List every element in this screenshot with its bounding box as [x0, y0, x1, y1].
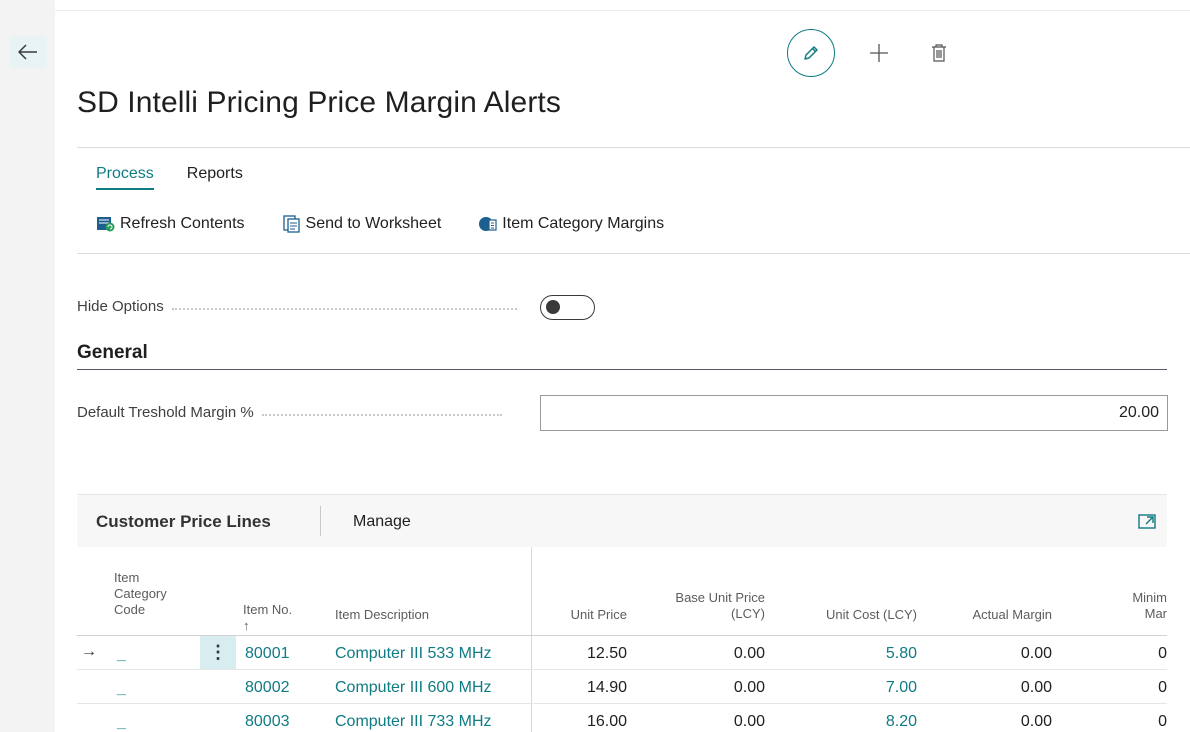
customer-price-lines-part: Customer Price Lines Manage Item Categor…	[77, 494, 1167, 732]
send-to-worksheet-icon	[282, 215, 300, 233]
item-no-cell[interactable]: 80002	[245, 679, 290, 697]
base-unit-price-cell[interactable]: 0.00	[734, 679, 765, 697]
tab-reports[interactable]: Reports	[187, 165, 243, 190]
column-header-minimum-margin[interactable]: Minim Mar	[1132, 590, 1167, 622]
part-header: Customer Price Lines Manage	[77, 495, 1167, 547]
actual-margin-cell[interactable]: 0.00	[1021, 645, 1052, 663]
part-header-divider	[320, 506, 321, 536]
unit-price-cell[interactable]: 12.50	[587, 645, 627, 663]
trash-icon	[932, 44, 946, 62]
item-category-margins-label: Item Category Margins	[502, 215, 665, 232]
item-category-icon	[479, 217, 497, 231]
item-description-cell[interactable]: Computer III 600 MHz	[335, 679, 492, 697]
column-header-unit-price[interactable]: Unit Price	[571, 607, 627, 623]
category-code-cell[interactable]: _	[117, 714, 126, 732]
page-actions	[787, 29, 955, 77]
left-gutter	[0, 0, 55, 732]
edit-button[interactable]	[787, 29, 835, 77]
column-header-base-unit-price[interactable]: Base Unit Price (LCY)	[675, 590, 765, 622]
current-row-arrow-icon: →	[81, 643, 97, 660]
new-button[interactable]	[863, 37, 895, 69]
refresh-contents-label: Refresh Contents	[120, 215, 245, 232]
category-code-cell[interactable]: _	[117, 646, 126, 664]
header-line: Minim	[1132, 590, 1167, 605]
unit-cost-cell[interactable]: 5.80	[886, 645, 917, 663]
refresh-contents-button[interactable]: Refresh Contents	[96, 215, 245, 233]
actual-margin-cell[interactable]: 0.00	[1021, 679, 1052, 697]
delete-button[interactable]	[923, 37, 955, 69]
row-more-options-button[interactable]: ⋮	[200, 636, 236, 669]
unit-price-cell[interactable]: 16.00	[587, 713, 627, 731]
header-line: Category	[114, 586, 167, 601]
header-line: Item No.	[243, 602, 293, 617]
item-no-cell[interactable]: 80001	[245, 645, 290, 663]
page-title: SD Intelli Pricing Price Margin Alerts	[77, 86, 561, 119]
item-description-cell[interactable]: Computer III 533 MHz	[335, 645, 492, 663]
general-section-underline	[77, 369, 1167, 370]
table-row[interactable]: _ 80003 Computer III 733 MHz 16.00 0.00 …	[77, 704, 1167, 732]
column-header-item-no[interactable]: Item No. ↑	[243, 602, 292, 634]
send-to-worksheet-label: Send to Worksheet	[305, 215, 442, 232]
header-line: Base Unit Price	[675, 590, 765, 605]
base-unit-price-cell[interactable]: 0.00	[734, 645, 765, 663]
threshold-row: Default Treshold Margin %	[77, 404, 502, 421]
title-divider	[77, 147, 1190, 148]
part-title[interactable]: Customer Price Lines	[96, 512, 271, 532]
leader-dots	[261, 413, 502, 416]
header-line: Mar	[1144, 606, 1167, 621]
table-row[interactable]: → _ ⋮ 80001 Computer III 533 MHz 12.50 0…	[77, 636, 1167, 670]
column-header-item-category-code[interactable]: Item Category Code	[114, 570, 167, 618]
hide-options-label: Hide Options	[77, 298, 164, 315]
unit-price-cell[interactable]: 14.90	[587, 679, 627, 697]
item-category-margins-button[interactable]: Item Category Margins	[478, 215, 664, 233]
actual-margin-cell[interactable]: 0.00	[1021, 713, 1052, 731]
item-description-cell[interactable]: Computer III 733 MHz	[335, 713, 492, 731]
column-header-unit-cost[interactable]: Unit Cost (LCY)	[826, 607, 917, 623]
toggle-knob	[546, 300, 560, 314]
threshold-input[interactable]: 20.00	[540, 395, 1168, 431]
sort-ascending-icon: ↑	[243, 618, 250, 633]
expand-icon[interactable]	[1137, 511, 1157, 531]
header-line: (LCY)	[731, 606, 765, 621]
action-menu-tabs: Process Reports	[96, 165, 243, 190]
minimum-margin-cell[interactable]: 0	[1158, 679, 1167, 697]
plus-icon	[870, 44, 888, 62]
unit-cost-cell[interactable]: 8.20	[886, 713, 917, 731]
column-header-item-description[interactable]: Item Description	[335, 607, 429, 623]
manage-menu[interactable]: Manage	[353, 513, 411, 531]
refresh-contents-icon	[97, 217, 115, 232]
table-row[interactable]: _ 80002 Computer III 600 MHz 14.90 0.00 …	[77, 670, 1167, 704]
header-line: Code	[114, 602, 146, 617]
send-to-worksheet-button[interactable]: Send to Worksheet	[282, 215, 442, 233]
hide-options-toggle[interactable]	[540, 295, 595, 320]
minimum-margin-cell[interactable]: 0	[1158, 645, 1167, 663]
leader-dots	[171, 307, 517, 310]
arrow-left-icon	[18, 44, 37, 60]
tab-process[interactable]: Process	[96, 165, 154, 190]
back-button[interactable]	[9, 36, 47, 68]
unit-cost-cell[interactable]: 7.00	[886, 679, 917, 697]
action-bar: Refresh Contents Send to Worksheet Item …	[96, 215, 664, 233]
actions-divider	[77, 253, 1190, 254]
column-header-actual-margin[interactable]: Actual Margin	[973, 607, 1052, 623]
base-unit-price-cell[interactable]: 0.00	[734, 713, 765, 731]
header-line: Item	[114, 570, 140, 585]
item-no-cell[interactable]: 80003	[245, 713, 290, 731]
pencil-icon	[804, 46, 818, 60]
hide-options-row: Hide Options	[77, 298, 517, 315]
minimum-margin-cell[interactable]: 0	[1158, 713, 1167, 731]
category-code-cell[interactable]: _	[117, 680, 126, 698]
general-section-title[interactable]: General	[77, 342, 148, 364]
threshold-label: Default Treshold Margin %	[77, 404, 254, 421]
